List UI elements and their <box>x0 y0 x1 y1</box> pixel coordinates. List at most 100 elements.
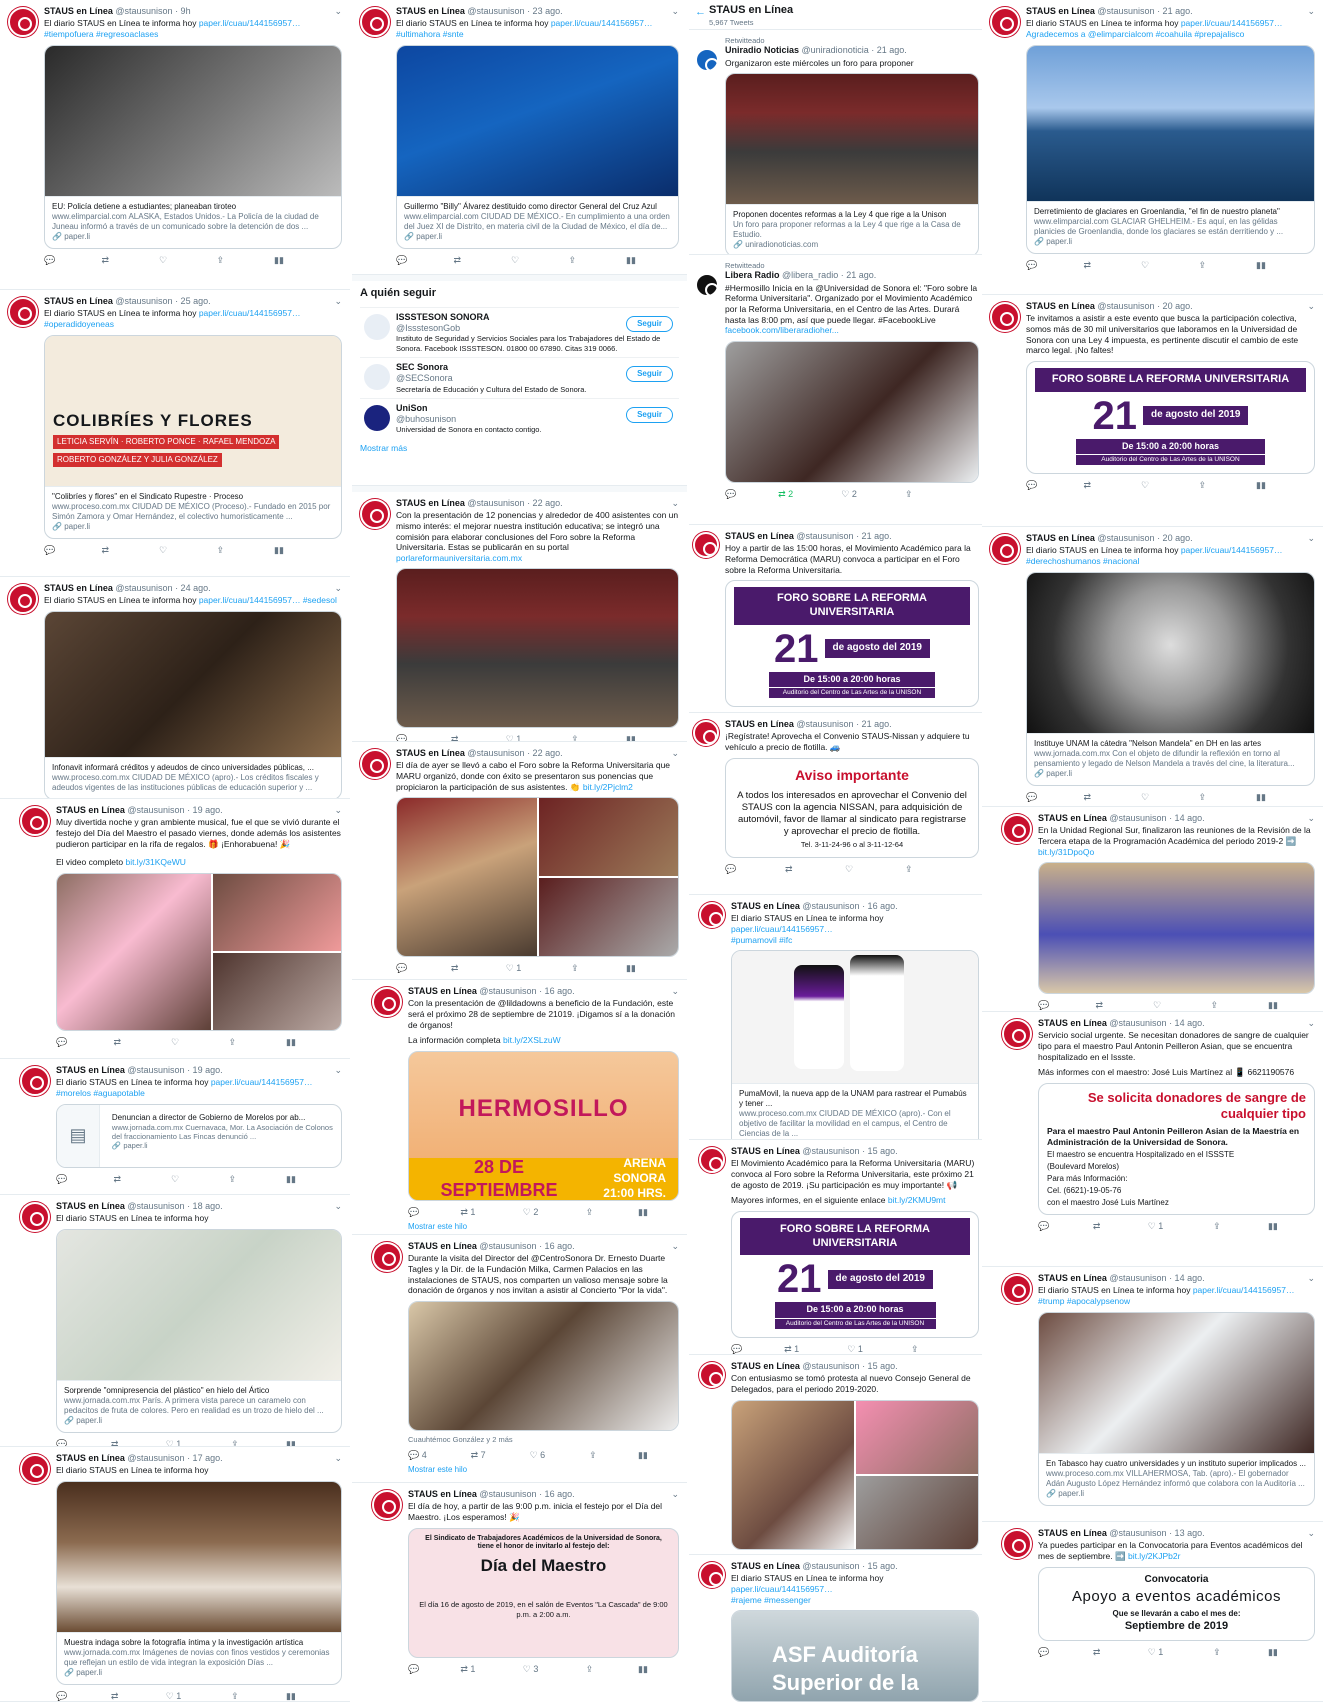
tweet-link[interactable]: porlareformauniversitaria.com.mx <box>396 553 522 563</box>
analytics-icon[interactable]: ▮▮ <box>286 1174 306 1185</box>
account-handle[interactable]: @stausunison <box>1097 533 1154 543</box>
share-icon[interactable]: ⇪ <box>571 963 591 974</box>
like-icon[interactable]: ♡ <box>159 545 179 556</box>
share-icon[interactable]: ⇪ <box>571 734 591 741</box>
reply-icon[interactable]: 💬 <box>1038 1647 1058 1658</box>
tweet[interactable]: STAUS en Línea @stausunison · 20 ago. ⌄ … <box>982 295 1323 527</box>
hashtags[interactable]: #tiempofuera #regresoaclases <box>44 29 158 39</box>
tweet-time[interactable]: · 22 ago. <box>527 748 563 758</box>
hashtags[interactable]: #ultimahora #snte <box>396 29 464 39</box>
reply-icon[interactable]: 💬 <box>44 545 64 556</box>
link-card[interactable]: Sorprende "omnipresencia del plástico" e… <box>56 1228 342 1433</box>
tweet-link[interactable]: paper.li/cuau/144156957… <box>199 595 301 605</box>
account-name[interactable]: STAUS en Línea <box>1038 1018 1107 1028</box>
tweet[interactable]: STAUS en Línea @stausunison · 22 ago. ⌄ … <box>352 742 687 980</box>
event-poster[interactable]: FORO SOBRE LA REFORMA UNIVERSITARIA 21 de… <box>731 1210 979 1338</box>
avatar[interactable] <box>8 584 38 614</box>
account-handle[interactable]: @stausunison <box>127 805 184 815</box>
account-name[interactable]: STAUS en Línea <box>1038 813 1107 823</box>
hashtags[interactable]: #morelos #aguapotable <box>56 1088 145 1098</box>
chevron-down-icon[interactable]: ⌄ <box>1307 1528 1315 1539</box>
avatar[interactable] <box>372 1242 402 1272</box>
account-avatar[interactable] <box>364 364 390 390</box>
like-icon[interactable]: ♡ 2 <box>523 1207 554 1218</box>
tweet[interactable]: STAUS en Línea @stausunison · 14 ago. ⌄ … <box>982 807 1323 1012</box>
like-icon[interactable]: ♡ <box>511 255 531 266</box>
like-icon[interactable]: ♡ 1 <box>506 734 537 741</box>
account-handle[interactable]: @stausunison <box>802 1361 859 1371</box>
tweet-time[interactable]: · 21 ago. <box>1157 6 1193 16</box>
tweet-time[interactable]: · 21 ago. <box>856 719 892 729</box>
avatar[interactable] <box>20 1066 50 1096</box>
account-handle[interactable]: @stausunison <box>127 1453 184 1463</box>
account-avatar[interactable] <box>364 313 390 340</box>
reply-icon[interactable]: 💬 <box>396 963 416 974</box>
reply-icon[interactable]: 💬 <box>1038 1000 1058 1011</box>
chevron-down-icon[interactable]: ⌄ <box>671 748 679 759</box>
tweet-link[interactable]: paper.li/cuau/144156957… <box>1181 545 1283 555</box>
hashtags[interactable]: #sedesol <box>303 595 337 605</box>
account-name[interactable]: STAUS en Línea <box>1038 1273 1107 1283</box>
link-card[interactable]: Guillermo "Billy" Álvarez destituido com… <box>396 44 679 249</box>
account-name[interactable]: STAUS en Línea <box>408 1241 477 1251</box>
tweet[interactable]: STAUS en Línea @stausunison · 16 ago. El… <box>689 895 987 1140</box>
reply-icon[interactable]: 💬 <box>44 255 64 266</box>
chevron-down-icon[interactable]: ⌄ <box>334 1453 342 1464</box>
account-name[interactable]: STAUS en Línea <box>731 901 800 911</box>
avatar[interactable] <box>1002 1529 1032 1559</box>
analytics-icon[interactable]: ▮▮ <box>626 963 646 974</box>
tweet[interactable]: STAUS en Línea @stausunison · 14 ago. ⌄ … <box>982 1267 1323 1522</box>
chevron-down-icon[interactable]: ⌄ <box>334 805 342 816</box>
event-poster[interactable]: FORO SOBRE LA REFORMA UNIVERSITARIA 21 de… <box>725 580 979 707</box>
account-name[interactable]: STAUS en Línea <box>44 583 113 593</box>
account-handle[interactable]: @stausunison <box>127 1201 184 1211</box>
reply-icon[interactable]: 💬 <box>396 255 416 266</box>
retweet-icon[interactable]: ⇄ 1 <box>460 1664 490 1675</box>
retweet-icon[interactable]: ⇄ <box>102 545 122 556</box>
retweet-icon[interactable]: ⇄ <box>102 255 122 266</box>
tweet-time[interactable]: · 18 ago. <box>187 1201 223 1211</box>
account-name[interactable]: Libera Radio <box>725 270 780 280</box>
tweet-photo[interactable] <box>1038 862 1315 995</box>
avatar[interactable] <box>360 749 390 779</box>
tweet[interactable]: STAUS en Línea @stausunison · 15 ago. El… <box>689 1555 987 1702</box>
account-name[interactable]: STAUS en Línea <box>396 6 465 16</box>
account-handle[interactable]: @stausunison <box>115 6 172 16</box>
account-handle[interactable]: @stausunison <box>1097 6 1154 16</box>
tweet-time[interactable]: · 21 ago. <box>856 531 892 541</box>
video-link[interactable]: bit.ly/31KQeWU <box>125 857 185 867</box>
tweet-link[interactable]: bit.ly/31DpoQo <box>1038 847 1094 857</box>
account-handle[interactable]: @stausunison <box>796 531 853 541</box>
retweet-icon[interactable]: ⇄ <box>1096 1000 1116 1011</box>
chevron-down-icon[interactable]: ⌄ <box>1307 6 1315 17</box>
avatar[interactable] <box>1002 1019 1032 1049</box>
video-thumbnail[interactable] <box>725 340 979 483</box>
donor-poster[interactable]: Se solicita donadores de sangre de cualq… <box>1038 1082 1315 1215</box>
retweet-icon[interactable]: ⇄ <box>1084 792 1104 803</box>
reply-icon[interactable]: 💬 <box>731 1344 751 1354</box>
tweet[interactable]: STAUS en Línea @stausunison · 25 ago. ⌄ … <box>0 290 350 577</box>
link-card[interactable]: ASF Auditoría Superior de la Federación <box>731 1610 979 1702</box>
like-icon[interactable]: ♡ <box>1141 260 1161 271</box>
tweet[interactable]: STAUS en Línea @stausunison · 13 ago. ⌄ … <box>982 1522 1323 1702</box>
like-icon[interactable]: ♡ 1 <box>847 1344 878 1354</box>
like-icon[interactable]: ♡ <box>845 864 865 875</box>
tweet[interactable]: STAUS en Línea @stausunison · 16 ago. ⌄ … <box>352 1483 687 1702</box>
link-card[interactable]: EU: Policía detiene a estudiantes; plane… <box>44 44 342 249</box>
share-icon[interactable]: ⇪ <box>231 1439 251 1446</box>
follow-suggestion[interactable]: ISSSTESON SONORA @IssstesonGob Instituto… <box>360 306 679 357</box>
retweet[interactable]: Retwitteado Libera Radio @libera_radio ·… <box>689 255 987 525</box>
link-card[interactable]: PumaMovil, la nueva app de la UNAM para … <box>731 950 979 1139</box>
analytics-icon[interactable]: ▮▮ <box>1256 480 1276 491</box>
share-icon[interactable]: ⇪ <box>586 1664 606 1675</box>
tweet-time[interactable]: · 15 ago. <box>862 1561 898 1571</box>
like-icon[interactable]: ♡ 1 <box>1148 1647 1179 1658</box>
hashtags[interactable]: #operadidoyeneas <box>44 319 114 329</box>
account-name[interactable]: STAUS en Línea <box>44 6 113 16</box>
like-icon[interactable]: ♡ <box>1141 480 1161 491</box>
like-icon[interactable]: ♡ <box>171 1037 191 1048</box>
account-handle[interactable]: @stausunison <box>1109 1528 1166 1538</box>
like-icon[interactable]: ♡ <box>1153 1000 1173 1011</box>
share-icon[interactable]: ⇪ <box>586 1207 606 1218</box>
tweet-time[interactable]: · 21 ago. <box>841 270 877 280</box>
